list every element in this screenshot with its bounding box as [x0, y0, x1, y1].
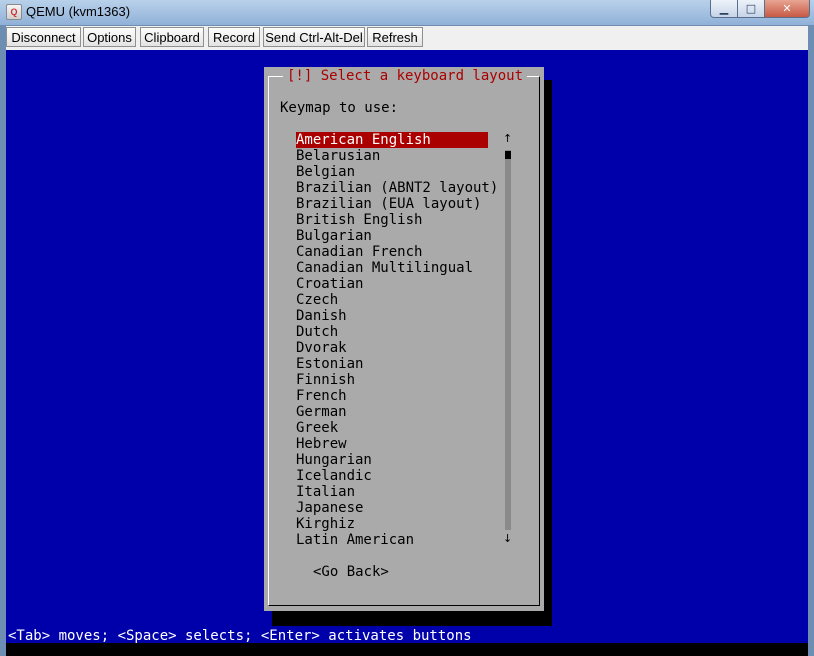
window-controls: ▁ □ ✕: [710, 0, 810, 18]
list-item[interactable]: Italian: [296, 484, 488, 500]
list-item[interactable]: Bulgarian: [296, 228, 488, 244]
record-button[interactable]: Record: [208, 27, 260, 47]
scroll-up-arrow-icon[interactable]: ↑: [503, 132, 512, 145]
list-item[interactable]: Hebrew: [296, 436, 488, 452]
qemu-app-icon: Q: [6, 4, 22, 20]
list-item[interactable]: Brazilian (ABNT2 layout): [296, 180, 498, 196]
dialog-title: [!] Select a keyboard layout: [283, 68, 528, 84]
list-item[interactable]: Czech: [296, 292, 488, 308]
list-item[interactable]: French: [296, 388, 488, 404]
status-line: <Tab> moves; <Space> selects; <Enter> ac…: [8, 628, 472, 644]
close-icon[interactable]: ✕: [765, 0, 810, 18]
scrollbar-thumb[interactable]: [505, 151, 511, 159]
list-item[interactable]: Greek: [296, 420, 488, 436]
disconnect-button[interactable]: Disconnect: [6, 27, 81, 47]
scroll-down-arrow-icon[interactable]: ↓: [503, 532, 512, 545]
keymap-prompt: Keymap to use:: [280, 100, 399, 116]
scrollbar-track[interactable]: [505, 150, 511, 530]
maximize-icon[interactable]: □: [738, 0, 765, 18]
list-item[interactable]: Latin American: [296, 532, 488, 548]
list-item[interactable]: Dvorak: [296, 340, 488, 356]
list-item-selected[interactable]: American English: [296, 132, 488, 148]
go-back-button[interactable]: <Go Back>: [313, 564, 389, 580]
keymap-list[interactable]: American English Belarusian Belgian Brazili…: [296, 132, 498, 548]
clipboard-button[interactable]: Clipboard: [140, 27, 204, 47]
refresh-button[interactable]: Refresh: [367, 27, 423, 47]
list-item[interactable]: Brazilian (EUA layout): [296, 196, 488, 212]
toolbar: Disconnect Options Clipboard Record Send…: [6, 26, 808, 50]
options-button[interactable]: Options: [83, 27, 136, 47]
list-item[interactable]: British English: [296, 212, 488, 228]
list-item[interactable]: Japanese: [296, 500, 488, 516]
console-bottom-edge: [6, 643, 808, 656]
window-title-bar[interactable]: Q QEMU (kvm1363) ▁ □ ✕: [0, 0, 814, 25]
window-title: QEMU (kvm1363): [26, 4, 131, 19]
list-item[interactable]: Finnish: [296, 372, 488, 388]
list-item[interactable]: Canadian French: [296, 244, 488, 260]
list-item[interactable]: Estonian: [296, 356, 488, 372]
list-item[interactable]: Icelandic: [296, 468, 488, 484]
list-item[interactable]: Croatian: [296, 276, 488, 292]
minimize-icon[interactable]: ▁: [710, 0, 738, 18]
list-item[interactable]: Canadian Multilingual: [296, 260, 488, 276]
list-item[interactable]: Danish: [296, 308, 488, 324]
list-item[interactable]: Kirghiz: [296, 516, 488, 532]
list-item[interactable]: Dutch: [296, 324, 488, 340]
list-item[interactable]: Belgian: [296, 164, 488, 180]
list-item[interactable]: Hungarian: [296, 452, 488, 468]
list-item[interactable]: Belarusian: [296, 148, 488, 164]
list-item[interactable]: German: [296, 404, 488, 420]
send-ctrl-alt-del-button[interactable]: Send Ctrl-Alt-Del: [263, 27, 365, 47]
